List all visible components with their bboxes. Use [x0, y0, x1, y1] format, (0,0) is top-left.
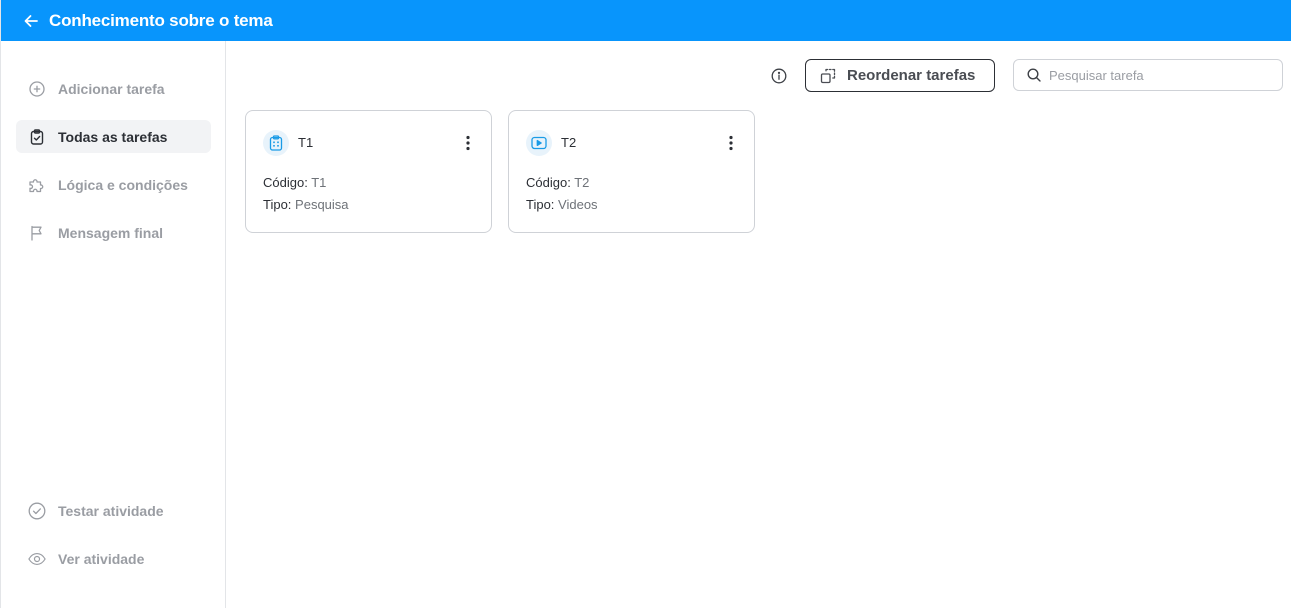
task-code-row: Código: T2 [526, 175, 589, 190]
sidebar-item-label: Testar atividade [58, 502, 164, 519]
task-code-value: T1 [311, 175, 327, 190]
task-title: T2 [561, 135, 577, 150]
sidebar-item-add-task[interactable]: Adicionar tarefa [16, 72, 211, 105]
sidebar-item-all-tasks[interactable]: Todas as tarefas [16, 120, 211, 153]
arrow-left-icon[interactable] [23, 13, 39, 29]
task-title: T1 [298, 135, 314, 150]
search-input[interactable] [1049, 67, 1269, 83]
task-type-value: Pesquisa [295, 197, 349, 212]
puzzle-icon [28, 176, 46, 194]
back-button[interactable] [22, 12, 40, 30]
more-options-button[interactable] [459, 133, 477, 153]
more-options-button[interactable] [722, 133, 740, 153]
main-content: Reordenar tarefas T1 Código: T1 Tipo: Pe… [227, 41, 1291, 608]
sidebar-item-label: Todas as tarefas [58, 128, 168, 145]
sidebar-item-final-message[interactable]: Mensagem final [16, 216, 211, 249]
search-icon [1026, 67, 1042, 83]
task-code-row: Código: T1 [263, 175, 326, 190]
flag-icon [28, 224, 46, 242]
task-card-t2[interactable]: T2 Código: T2 Tipo: Videos [508, 110, 755, 233]
reorder-tasks-label: Reordenar tarefas [847, 67, 976, 84]
task-code-label: Código: [263, 175, 308, 190]
task-code-label: Código: [526, 175, 571, 190]
sidebar-item-view-activity[interactable]: Ver atividade [16, 542, 211, 575]
clipboard-grid-icon [263, 130, 289, 156]
task-code-value: T2 [574, 175, 590, 190]
kebab-menu-icon[interactable] [729, 135, 733, 151]
task-type-value: Videos [558, 197, 598, 212]
task-type-row: Tipo: Pesquisa [263, 197, 349, 212]
play-video-icon [526, 130, 552, 156]
task-type-label: Tipo: [526, 197, 555, 212]
info-button[interactable] [770, 67, 788, 85]
sidebar-item-label: Ver atividade [58, 550, 145, 567]
sidebar-item-test-activity[interactable]: Testar atividade [16, 494, 211, 527]
sidebar-item-label: Lógica e condições [58, 176, 188, 193]
sidebar: Adicionar tarefa Todas as tarefas Lógica… [1, 41, 226, 608]
task-type-label: Tipo: [263, 197, 292, 212]
info-icon[interactable] [771, 68, 787, 84]
reorder-tasks-button[interactable]: Reordenar tarefas [805, 59, 995, 92]
plus-circle-icon [28, 80, 46, 98]
kebab-menu-icon[interactable] [466, 135, 470, 151]
eye-icon [28, 550, 46, 568]
sidebar-item-label: Adicionar tarefa [58, 80, 165, 97]
search-box[interactable] [1013, 59, 1283, 91]
task-card-t1[interactable]: T1 Código: T1 Tipo: Pesquisa [245, 110, 492, 233]
task-type-row: Tipo: Videos [526, 197, 598, 212]
clipboard-check-icon [28, 128, 46, 146]
sidebar-item-label: Mensagem final [58, 224, 164, 241]
reorder-icon [819, 67, 837, 85]
page-title: Conhecimento sobre o tema [49, 10, 273, 30]
check-circle-icon [28, 502, 46, 520]
sidebar-item-logic[interactable]: Lógica e condições [16, 168, 211, 201]
top-bar: Conhecimento sobre o tema [1, 0, 1291, 41]
app-window: Conhecimento sobre o tema Adicionar tare… [0, 0, 1291, 608]
